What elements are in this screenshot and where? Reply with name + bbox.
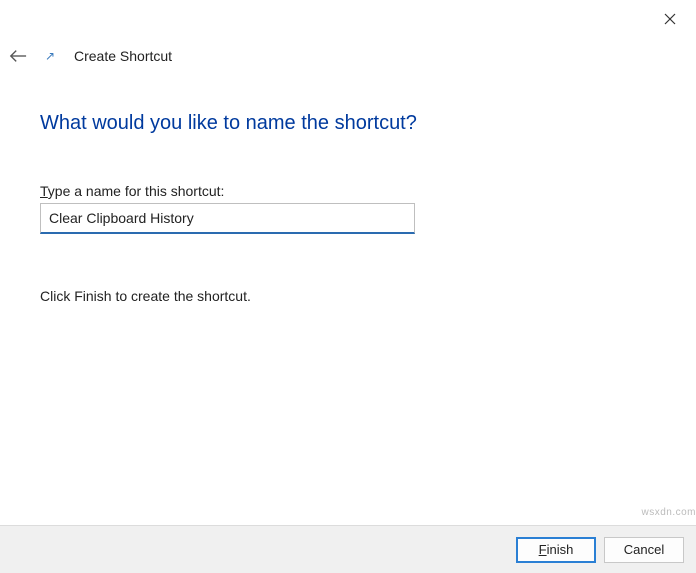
shortcut-name-label: Type a name for this shortcut:	[40, 183, 656, 199]
footer-bar: Finish Cancel	[0, 525, 696, 573]
label-access-key: T	[40, 183, 48, 199]
main-content: What would you like to name the shortcut…	[0, 68, 696, 304]
back-arrow-icon	[9, 49, 27, 63]
instruction-text: Click Finish to create the shortcut.	[40, 288, 656, 304]
finish-button[interactable]: Finish	[516, 537, 596, 563]
window-title: Create Shortcut	[74, 48, 172, 64]
finish-access-key: F	[539, 542, 547, 557]
close-icon	[664, 12, 676, 28]
shortcut-name-input[interactable]	[40, 203, 415, 234]
cancel-button[interactable]: Cancel	[604, 537, 684, 563]
label-text: ype a name for this shortcut:	[48, 183, 225, 199]
finish-label-rest: inish	[547, 542, 574, 557]
page-heading: What would you like to name the shortcut…	[40, 112, 656, 135]
back-button[interactable]	[6, 44, 30, 68]
shortcut-icon: ↗	[42, 48, 58, 64]
watermark: wsxdn.com	[641, 507, 696, 518]
cancel-label: Cancel	[624, 542, 664, 557]
header-bar: ↗ Create Shortcut	[0, 0, 696, 68]
close-button[interactable]	[654, 4, 686, 36]
